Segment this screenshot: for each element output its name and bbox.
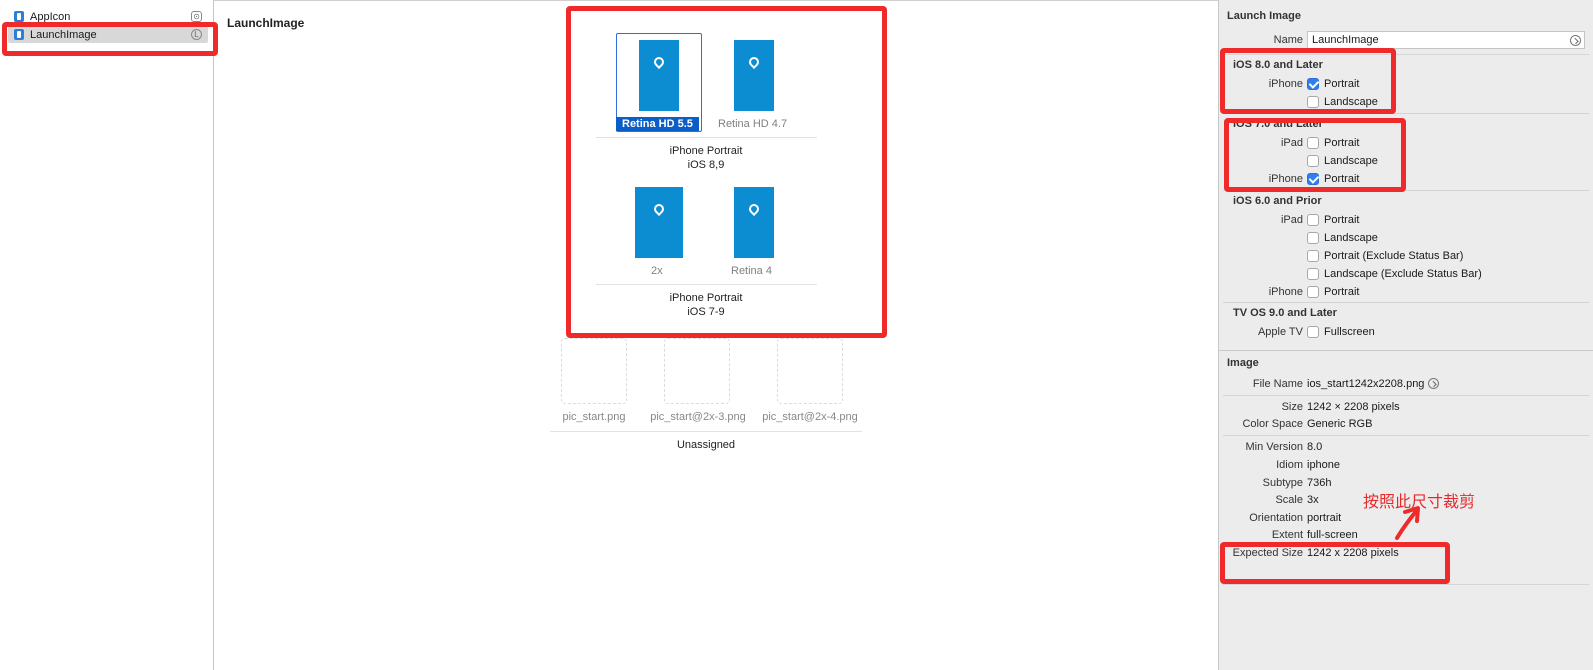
- color-space-value: Generic RGB: [1307, 418, 1373, 430]
- scale-value: 3x: [1307, 494, 1319, 506]
- unassigned-slot[interactable]: [561, 338, 627, 404]
- project-navigator: AppIcon ⊙ LaunchImage L: [0, 0, 214, 670]
- section-divider: [1219, 350, 1593, 351]
- checkbox-label: Landscape (Exclude Status Bar): [1324, 268, 1482, 280]
- device-label: iPad: [1280, 214, 1303, 226]
- file-name-text: ios_start1242x2208.png: [1307, 378, 1425, 390]
- extent-label: Extent: [1271, 529, 1303, 541]
- unassigned-file-name: pic_start@2x-3.png: [650, 411, 746, 423]
- checkbox[interactable]: [1307, 286, 1319, 298]
- ios6-ipad-landscape-checkbox[interactable]: Landscape: [1307, 231, 1378, 245]
- annotation-box-ios7: [1224, 118, 1406, 192]
- ios6-ipad-landscape-exclude-status-bar-checkbox[interactable]: Landscape (Exclude Status Bar): [1307, 267, 1482, 281]
- unassigned-slot[interactable]: [777, 338, 843, 404]
- status-icon: ⊙: [191, 11, 202, 22]
- unassigned-slot[interactable]: [664, 338, 730, 404]
- idiom-label: Idiom: [1276, 459, 1303, 471]
- ios6-ipad-portrait-exclude-status-bar-checkbox[interactable]: Portrait (Exclude Status Bar): [1307, 249, 1463, 263]
- ios6-title: iOS 6.0 and Prior: [1233, 195, 1322, 207]
- device-label: Apple TV: [1257, 326, 1303, 338]
- device-label: iPhone: [1268, 286, 1303, 298]
- min-version-label: Min Version: [1245, 441, 1303, 453]
- color-space-label: Color Space: [1242, 418, 1303, 430]
- checkbox[interactable]: [1307, 214, 1319, 226]
- divider: [1223, 302, 1589, 303]
- go-to-arrow-icon[interactable]: [1427, 378, 1439, 389]
- file-name-value: ios_start1242x2208.png: [1307, 378, 1439, 390]
- unassigned-caption: Unassigned: [676, 439, 736, 451]
- name-field-value: LaunchImage: [1312, 34, 1379, 46]
- divider: [1223, 395, 1589, 396]
- orientation-value: portrait: [1307, 512, 1342, 524]
- image-set-icon: [14, 11, 24, 22]
- editor-title: LaunchImage: [227, 16, 305, 30]
- tvos-title: TV OS 9.0 and Later: [1233, 307, 1337, 319]
- tvos-fullscreen-checkbox[interactable]: Fullscreen: [1307, 325, 1375, 339]
- divider: [1223, 584, 1589, 585]
- launch-image-section-title: Launch Image: [1227, 10, 1301, 22]
- checkbox-label: Portrait (Exclude Status Bar): [1324, 250, 1464, 262]
- subtype-value: 736h: [1307, 477, 1332, 489]
- annotation-box-slots: [566, 6, 887, 338]
- annotation-box-launchimage: [2, 22, 218, 56]
- checkbox[interactable]: [1307, 232, 1319, 244]
- file-name-label: File Name: [1252, 378, 1303, 390]
- unassigned-file-name: pic_start@2x-4.png: [762, 411, 858, 423]
- checkbox[interactable]: [1307, 268, 1319, 280]
- name-label: Name: [1273, 34, 1303, 46]
- group-separator: [550, 431, 862, 432]
- checkbox-label: Portrait: [1324, 286, 1360, 298]
- annotation-box-expected-size: [1220, 542, 1450, 584]
- unassigned-file-name: pic_start.png: [562, 411, 626, 423]
- idiom-value: iphone: [1307, 459, 1341, 471]
- annotation-arrow-icon: [1395, 506, 1420, 540]
- size-value: 1242 × 2208 pixels: [1307, 401, 1400, 413]
- name-field[interactable]: LaunchImage: [1307, 31, 1585, 49]
- subtype-label: Subtype: [1262, 477, 1303, 489]
- divider: [1223, 435, 1589, 436]
- ios6-iphone-portrait-checkbox[interactable]: Portrait: [1307, 285, 1359, 299]
- annotation-box-ios8: [1220, 48, 1396, 114]
- min-version-value: 8.0: [1307, 441, 1323, 453]
- extent-value: full-screen: [1307, 529, 1358, 541]
- checkbox[interactable]: [1307, 250, 1319, 262]
- scale-label: Scale: [1275, 494, 1303, 506]
- checkbox[interactable]: [1307, 326, 1319, 338]
- checkbox-label: Landscape: [1324, 232, 1378, 244]
- ios6-ipad-portrait-checkbox[interactable]: Portrait: [1307, 213, 1359, 227]
- checkbox-label: Fullscreen: [1324, 326, 1375, 338]
- size-label: Size: [1281, 401, 1303, 413]
- orientation-label: Orientation: [1249, 512, 1303, 524]
- nav-item-label: AppIcon: [30, 10, 71, 23]
- image-section-title: Image: [1227, 357, 1259, 369]
- checkbox-label: Portrait: [1324, 214, 1360, 226]
- go-to-arrow-icon[interactable]: [1570, 35, 1581, 46]
